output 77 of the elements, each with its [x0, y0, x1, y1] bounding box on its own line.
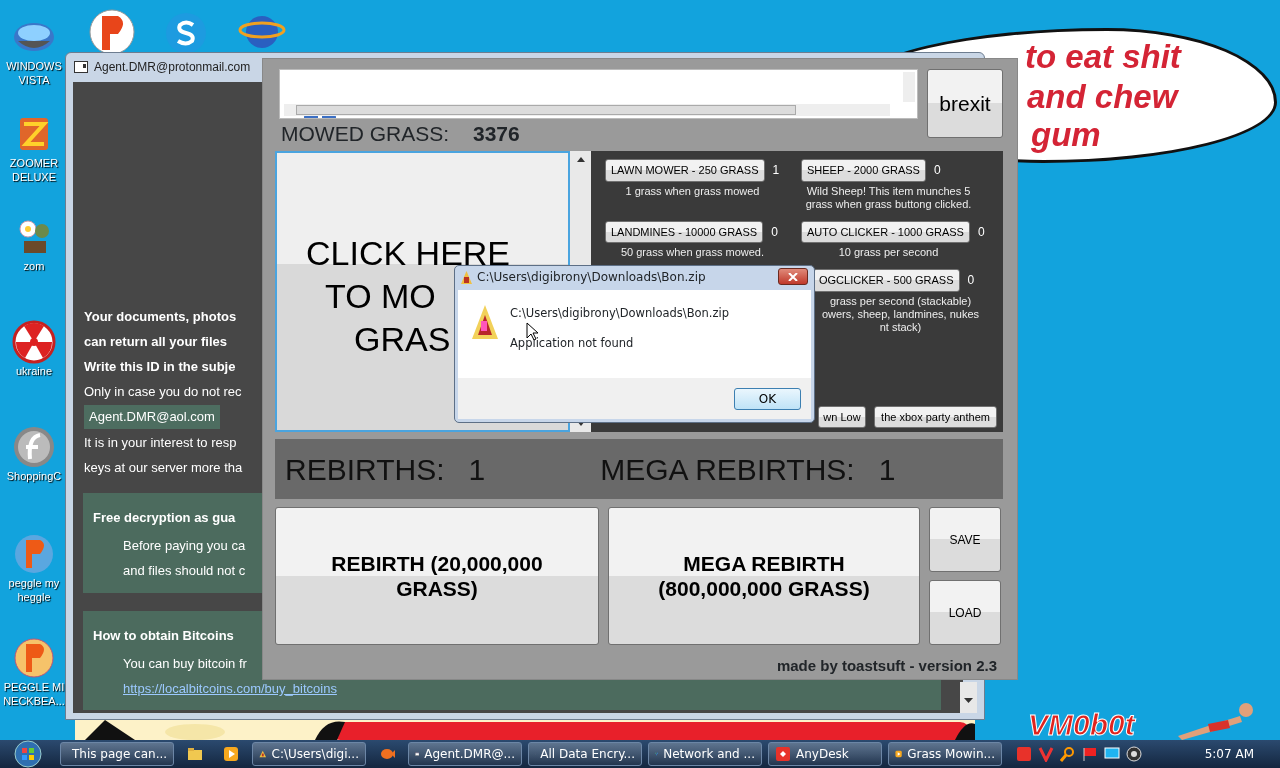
clock-text[interactable]: 5:07 AM — [1204, 745, 1280, 763]
monitor-icon[interactable] — [1104, 746, 1120, 762]
flag-icon[interactable] — [1082, 746, 1098, 762]
panel-text: and files should not c — [123, 562, 246, 580]
radiation-icon[interactable] — [12, 320, 56, 364]
cone-icon — [472, 305, 498, 339]
paragraph-text: Write this ID in the subje — [84, 358, 236, 376]
buy-button[interactable]: LAWN MOWER - 250 GRASS — [605, 159, 765, 182]
scrollbar[interactable] — [960, 682, 977, 713]
horizontal-scrollbar[interactable] — [284, 104, 890, 116]
taskbar-button[interactable]: Network and ... — [648, 742, 762, 766]
buy-button[interactable]: AUTO CLICKER - 1000 GRASS — [801, 220, 970, 243]
paragraph-text: keys at our server more tha — [84, 459, 243, 477]
logo-text: VM0b0t — [1028, 707, 1135, 743]
close-icon — [788, 272, 798, 281]
count-text: 3376 — [473, 122, 520, 145]
buy-button[interactable]: SHEEP - 2000 GRASS — [801, 159, 926, 182]
bubble-text: and chew — [1027, 79, 1178, 115]
buy-button[interactable]: OGCLICKER - 500 GRASS — [813, 269, 960, 292]
count-text: 0 — [933, 162, 941, 180]
rebirth-button[interactable]: REBIRTH (20,000,000 GRASS) — [275, 507, 599, 645]
label-text: MEGA REBIRTHS: — [600, 451, 855, 488]
skype-icon[interactable] — [165, 12, 207, 54]
cone-icon — [461, 270, 472, 284]
magnifier-icon[interactable] — [1060, 746, 1076, 762]
panel-text: You can buy bitcoin fr — [123, 655, 247, 673]
description-text: Wild Sheep! This item munches 5 grass when grass buttong clicked. — [804, 183, 973, 211]
up-arrow-icon — [576, 157, 585, 162]
window-title: Agent.DMR@protonmail.com — [94, 59, 251, 76]
paragraph-text: can return all your files — [84, 333, 228, 351]
panel-text: Before paying you ca — [123, 537, 246, 555]
down-arrow-icon — [964, 698, 973, 703]
count-text: 0 — [967, 272, 975, 290]
mega-rebirth-button[interactable]: MEGA REBIRTH (800,000,000 GRASS) — [608, 507, 920, 645]
letter-p-icon[interactable] — [12, 636, 56, 680]
app-icon — [775, 746, 791, 762]
email-text: Agent.DMR@aol.com — [84, 405, 220, 429]
link-text[interactable]: https://localbitcoins.com/buy_bitcoins — [123, 679, 337, 699]
description-text: 50 grass when grass mowed. — [619, 245, 766, 259]
song-button[interactable]: the xbox party anthem — [874, 405, 997, 428]
speaker-icon[interactable] — [1126, 746, 1142, 762]
panel-title: How to obtain Bitcoins — [93, 627, 234, 645]
paragraph-text: Your documents, photos — [84, 308, 237, 326]
count-text: 1 — [878, 451, 896, 488]
flash-icon[interactable] — [12, 425, 56, 469]
taskbar-button[interactable]: Agent.DMR@... — [408, 742, 522, 766]
load-button[interactable]: LOAD — [929, 580, 1001, 645]
description-text: 10 grass per second — [837, 245, 940, 259]
count-text: 1 — [772, 162, 780, 180]
v-icon[interactable] — [1038, 746, 1054, 762]
credit-text: made by toastsuft - version 2.3 — [775, 656, 998, 676]
taskbar-button[interactable]: Grass Mowin... — [888, 742, 1002, 766]
save-button[interactable]: SAVE — [929, 507, 1001, 572]
bubble-text: gum — [1031, 117, 1101, 153]
scroll-thumb[interactable] — [296, 105, 796, 115]
count-text: 0 — [977, 223, 985, 241]
paragraph-text: It is in your interest to resp — [84, 434, 237, 452]
taskbar-button[interactable]: All Data Encry... — [528, 742, 642, 766]
app-icon[interactable] — [1016, 746, 1032, 762]
buy-button[interactable]: LANDMINES - 10000 GRASS — [605, 220, 764, 243]
ok-button[interactable]: OK — [734, 387, 801, 410]
count-text: 0 — [771, 223, 778, 241]
song-button[interactable]: wn Low — [818, 405, 866, 428]
label-text: REBIRTHS: — [285, 451, 445, 488]
label-text: MOWED GRASS: — [281, 122, 449, 145]
window-icon — [74, 61, 88, 73]
count-text: 1 — [468, 451, 486, 488]
paragraph-text: Only in case you do not rec — [84, 383, 242, 401]
panel-title: Free decryption as gua — [93, 509, 236, 527]
bubble-text: to eat shit — [1025, 39, 1181, 75]
close-button[interactable] — [778, 268, 808, 285]
taskbar-button[interactable]: C:\Users\digi... — [252, 742, 366, 766]
taskbar-button[interactable]: AnyDesk — [768, 742, 882, 766]
taskbar-button[interactable]: This page can... — [60, 742, 174, 766]
description-text: grass per second (stackable) owers, sheep, landmines, nukes nt stack) — [820, 293, 981, 334]
description-text: 1 grass when grass mowed — [624, 183, 761, 198]
brexit-button[interactable]: brexit — [927, 69, 1003, 138]
